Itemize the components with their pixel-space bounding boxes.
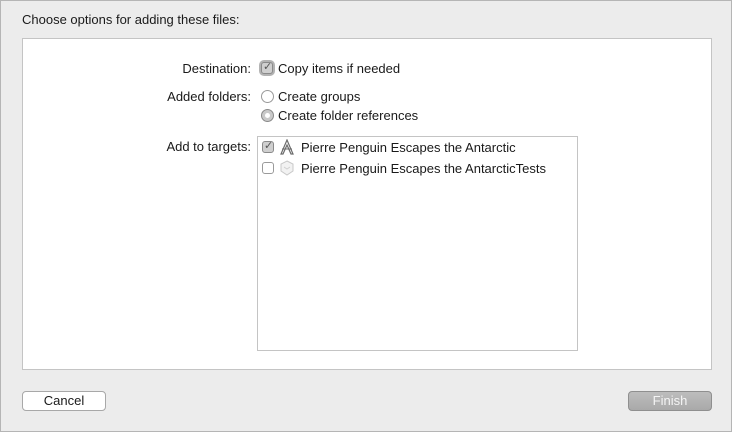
- target-label: Pierre Penguin Escapes the AntarcticTest…: [301, 161, 546, 176]
- app-icon: [279, 138, 295, 155]
- copy-items-label[interactable]: Copy items if needed: [278, 61, 400, 76]
- dialog-header: Choose options for adding these files:: [22, 12, 240, 27]
- target-checkbox[interactable]: [262, 162, 274, 174]
- destination-label: Destination:: [182, 61, 251, 76]
- test-bundle-icon: [279, 160, 295, 176]
- added-folders-label: Added folders:: [167, 89, 251, 104]
- create-folder-references-radio[interactable]: [261, 109, 274, 122]
- targets-list[interactable]: Pierre Penguin Escapes the Antarctic Pie…: [257, 136, 578, 351]
- add-files-dialog: Choose options for adding these files: D…: [0, 0, 732, 432]
- copy-items-checkbox[interactable]: [261, 60, 273, 74]
- create-groups-label[interactable]: Create groups: [278, 89, 360, 104]
- add-to-targets-label: Add to targets:: [166, 139, 251, 154]
- create-groups-radio[interactable]: [261, 90, 274, 103]
- target-checkbox[interactable]: [262, 139, 274, 153]
- cancel-button[interactable]: Cancel: [22, 391, 106, 411]
- finish-button[interactable]: Finish: [628, 391, 712, 411]
- target-label: Pierre Penguin Escapes the Antarctic: [301, 140, 516, 155]
- create-folder-references-label[interactable]: Create folder references: [278, 108, 418, 123]
- options-panel: Destination: Copy items if needed Added …: [22, 38, 712, 370]
